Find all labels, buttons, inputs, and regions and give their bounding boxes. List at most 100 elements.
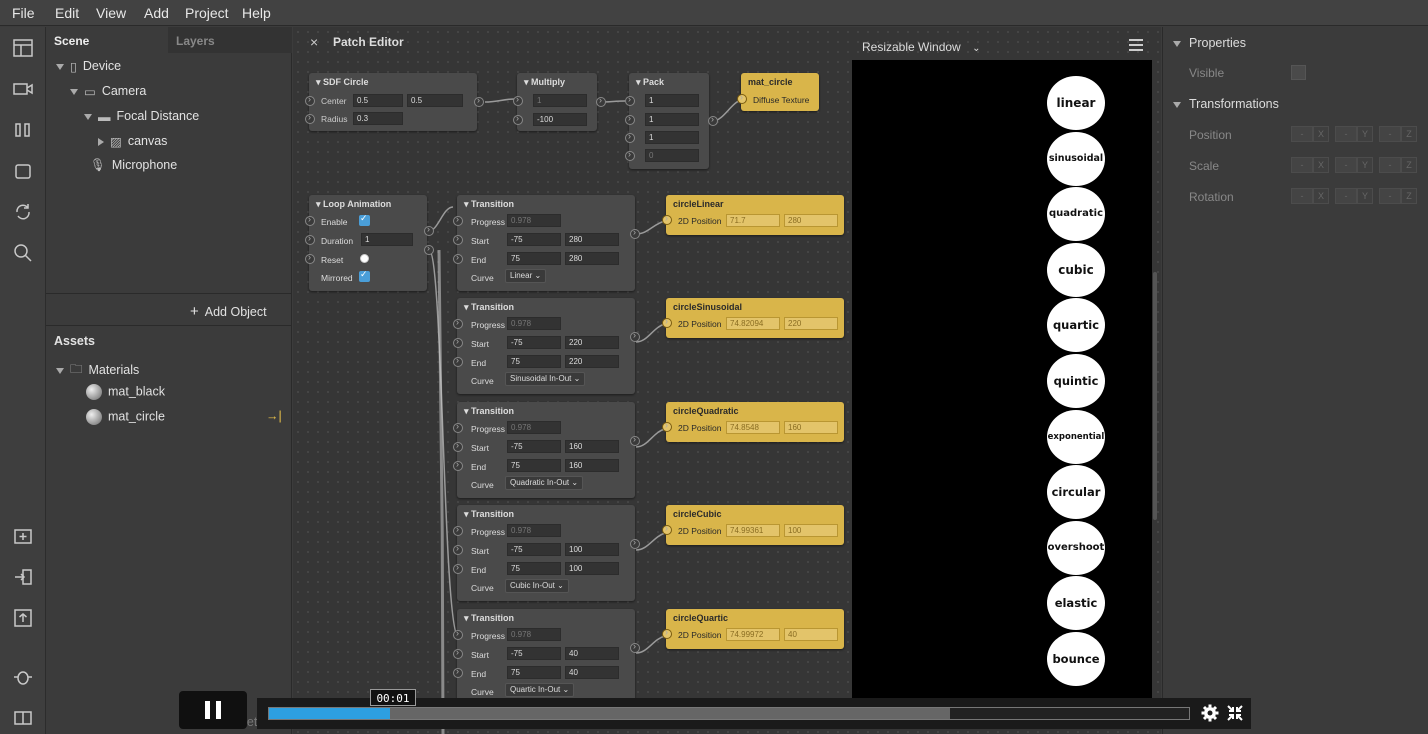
transform-field[interactable]: -	[1335, 157, 1357, 173]
node-transition[interactable]: Transition Progress 0.978 Start -75 220 …	[453, 298, 635, 394]
tree-item-canvas[interactable]: ▨ canvas	[98, 134, 167, 149]
curve-dropdown[interactable]: Quadratic In-Out ⌄	[505, 476, 584, 490]
end-x-field[interactable]: 75	[507, 562, 561, 575]
settings-gear-icon[interactable]	[1201, 704, 1219, 722]
end-y-field[interactable]: 160	[565, 459, 619, 472]
output-port[interactable]	[708, 114, 718, 126]
console-icon[interactable]	[12, 707, 34, 729]
add-folder-icon[interactable]	[12, 525, 34, 547]
center-x-field[interactable]: 0.5	[353, 94, 403, 107]
node-sdf-circle[interactable]: SDF Circle Center 0.5 0.5 Radius 0.3	[305, 73, 477, 131]
tree-item-device[interactable]: ▯ Device	[56, 59, 121, 74]
exit-fullscreen-icon[interactable]	[1227, 705, 1243, 721]
bug-icon[interactable]	[12, 666, 34, 688]
tree-item-materials[interactable]: 🗀 Materials	[56, 360, 139, 381]
input-port[interactable]	[662, 523, 672, 535]
duration-field[interactable]: 1	[361, 233, 413, 246]
node-circleQuartic[interactable]: circleQuartic 2D Position 74.99972 40	[662, 609, 844, 649]
input-port[interactable]	[453, 317, 463, 329]
input-port[interactable]	[453, 666, 463, 678]
input-port[interactable]	[453, 628, 463, 640]
expand-icon[interactable]	[1173, 101, 1181, 108]
expand-icon[interactable]	[70, 88, 78, 95]
node-loop-animation[interactable]: Loop Animation Enable Duration 1 Reset M…	[305, 195, 427, 291]
node-circleSinusoidal[interactable]: circleSinusoidal 2D Position 74.82094 22…	[662, 298, 844, 338]
start-x-field[interactable]: -75	[507, 647, 561, 660]
input-port[interactable]	[305, 252, 315, 264]
input-port[interactable]	[453, 524, 463, 536]
transform-field[interactable]: -	[1335, 188, 1357, 204]
node-mat-circle[interactable]: mat_circle Diffuse Texture	[737, 73, 819, 111]
hamburger-menu-icon[interactable]	[1129, 39, 1143, 51]
curve-dropdown[interactable]: Sinusoidal In-Out ⌄	[505, 372, 586, 386]
radius-field[interactable]: 0.3	[353, 112, 403, 125]
input-port[interactable]	[453, 459, 463, 471]
node-transition[interactable]: Transition Progress 0.978 Start -75 160 …	[453, 402, 635, 498]
progress-field[interactable]: 0.978	[507, 317, 561, 330]
output-port[interactable]	[630, 434, 640, 446]
output-port[interactable]	[596, 95, 606, 107]
expand-icon[interactable]	[1173, 40, 1181, 47]
visible-checkbox[interactable]	[1291, 65, 1306, 80]
end-x-field[interactable]: 75	[507, 666, 561, 679]
node-pack[interactable]: Pack 1 1 1 0	[625, 73, 709, 169]
input-port[interactable]	[625, 149, 635, 161]
progress-field[interactable]: 0.978	[507, 628, 561, 641]
transformations-header[interactable]: Transformations	[1173, 97, 1279, 111]
menu-help[interactable]: Help	[242, 5, 271, 21]
center-y-field[interactable]: 0.5	[407, 94, 463, 107]
multiply-input-2[interactable]: -100	[533, 113, 587, 126]
connect-arrow-icon[interactable]: →|	[266, 409, 282, 423]
input-port[interactable]	[305, 94, 315, 106]
input-port[interactable]	[625, 131, 635, 143]
input-port[interactable]	[453, 440, 463, 452]
end-y-field[interactable]: 280	[565, 252, 619, 265]
output-port[interactable]	[630, 227, 640, 239]
end-x-field[interactable]: 75	[507, 459, 561, 472]
asset-mat-circle[interactable]: mat_circle	[86, 409, 165, 425]
output-port[interactable]	[424, 243, 434, 255]
input-port[interactable]	[625, 94, 635, 106]
tab-scene[interactable]: Scene	[46, 27, 168, 53]
menu-project[interactable]: Project	[185, 5, 229, 21]
node-transition[interactable]: Transition Progress 0.978 Start -75 40 E…	[453, 609, 635, 705]
import-icon[interactable]	[12, 566, 34, 588]
scrollbar[interactable]	[1153, 272, 1157, 520]
pause-button[interactable]	[179, 691, 247, 729]
refresh-icon[interactable]	[12, 201, 34, 223]
mirrored-checkbox[interactable]	[359, 269, 370, 282]
end-y-field[interactable]: 100	[565, 562, 619, 575]
transform-field[interactable]: -	[1291, 157, 1313, 173]
position-y-field[interactable]: 40	[784, 628, 838, 641]
start-x-field[interactable]: -75	[507, 543, 561, 556]
expand-icon[interactable]	[84, 113, 92, 120]
position-y-field[interactable]: 220	[784, 317, 838, 330]
end-y-field[interactable]: 40	[565, 666, 619, 679]
output-port[interactable]	[630, 330, 640, 342]
start-y-field[interactable]: 220	[565, 336, 619, 349]
transform-field[interactable]: -	[1379, 126, 1401, 142]
video-camera-icon[interactable]	[12, 78, 34, 100]
tree-item-microphone[interactable]: 🎙 Microphone	[90, 158, 177, 173]
node-transition[interactable]: Transition Progress 0.978 Start -75 280 …	[453, 195, 635, 291]
curve-dropdown[interactable]: Quartic In-Out ⌄	[505, 683, 575, 697]
end-x-field[interactable]: 75	[507, 252, 561, 265]
end-x-field[interactable]: 75	[507, 355, 561, 368]
layout-icon[interactable]	[12, 37, 34, 59]
input-port[interactable]	[662, 213, 672, 225]
input-port[interactable]	[513, 113, 523, 125]
start-x-field[interactable]: -75	[507, 233, 561, 246]
device-icon[interactable]	[12, 160, 34, 182]
input-port[interactable]	[305, 233, 315, 245]
input-port[interactable]	[453, 233, 463, 245]
input-port[interactable]	[453, 562, 463, 574]
simulator-preview[interactable]	[852, 60, 1152, 706]
transform-field[interactable]: -	[1291, 126, 1313, 142]
position-y-field[interactable]: 100	[784, 524, 838, 537]
output-port[interactable]	[630, 537, 640, 549]
transform-field[interactable]: -	[1379, 157, 1401, 173]
node-circleQuadratic[interactable]: circleQuadratic 2D Position 74.8548 160	[662, 402, 844, 442]
start-y-field[interactable]: 40	[565, 647, 619, 660]
input-port[interactable]	[453, 421, 463, 433]
node-transition[interactable]: Transition Progress 0.978 Start -75 100 …	[453, 505, 635, 601]
